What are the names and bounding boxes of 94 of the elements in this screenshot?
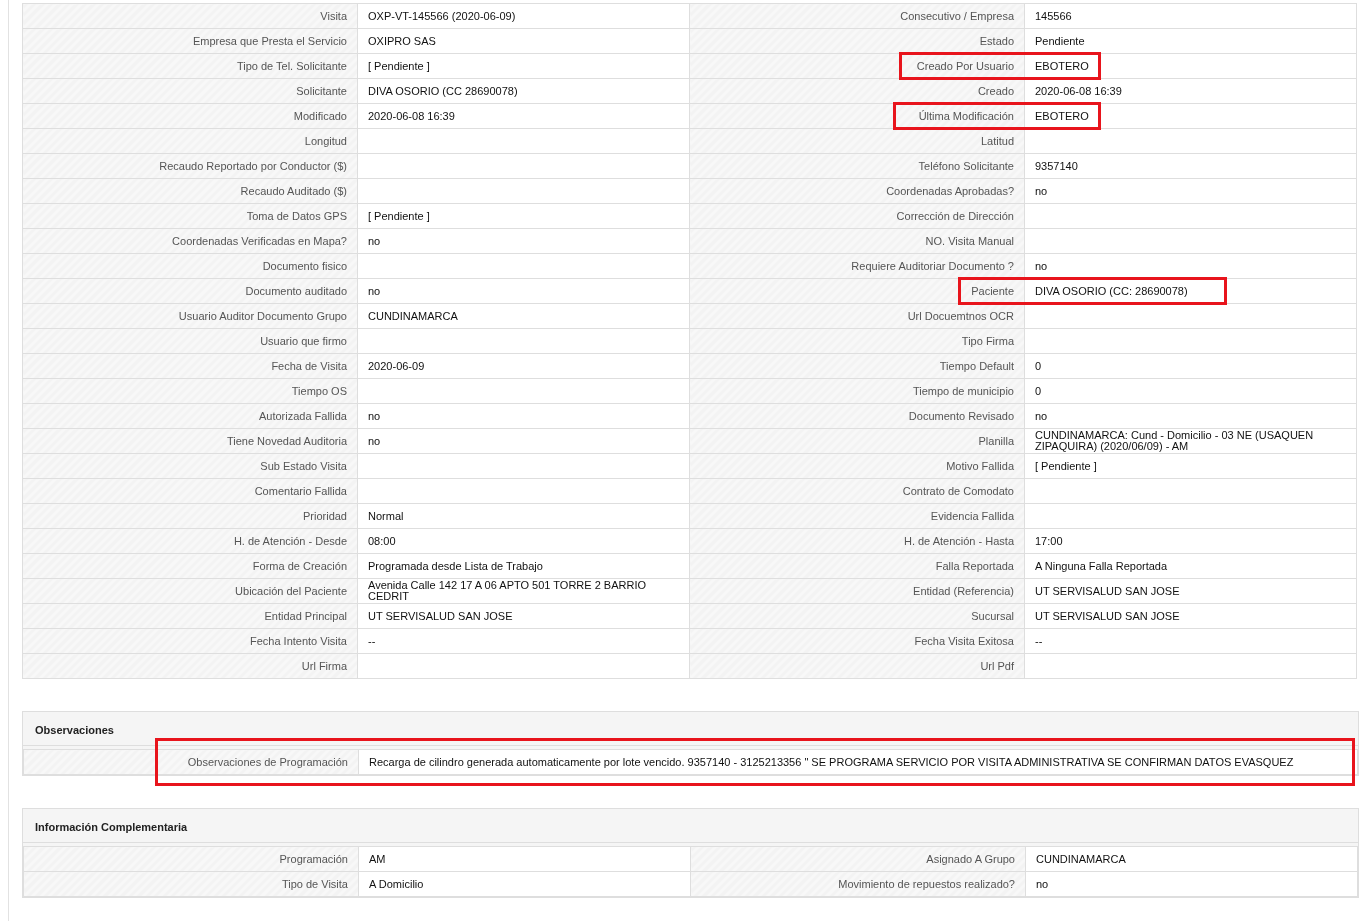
field-value-cell: A Ninguna Falla Reportada [1024, 553, 1357, 579]
field-value-cell: [ Pendiente ] [1024, 453, 1357, 479]
section-title: Información Complementaria [23, 809, 1358, 843]
field-value-cell: CUNDINAMARCA [357, 303, 690, 329]
field-value-cell: UT SERVISALUD SAN JOSE [1024, 603, 1357, 629]
field-label-cell: Tiempo OS [22, 378, 358, 404]
field-value-cell: [ Pendiente ] [357, 53, 690, 79]
field-label-cell: Usuario Auditor Documento Grupo [22, 303, 358, 329]
field-value-cell: 2020-06-08 16:39 [1024, 78, 1357, 104]
field-label-cell: Tiene Novedad Auditoria [22, 428, 358, 454]
field-value-cell: A Domicilio [358, 871, 691, 897]
field-label-cell: Empresa que Presta el Servicio [22, 28, 358, 54]
field-label-cell: Recaudo Auditado ($) [22, 178, 358, 204]
field-label-cell: Fecha de Visita [22, 353, 358, 379]
field-label-cell: Toma de Datos GPS [22, 203, 358, 229]
field-value-cell: Programada desde Lista de Trabajo [357, 553, 690, 579]
field-label-cell: Entidad Principal [22, 603, 358, 629]
field-label-cell: Usuario que firmo [22, 328, 358, 354]
field-value-cell: UT SERVISALUD SAN JOSE [1024, 578, 1357, 604]
field-value-cell: Normal [357, 503, 690, 529]
field-label-cell: Tiempo Default [689, 353, 1025, 379]
field-value-cell: DIVA OSORIO (CC 28690078) [357, 78, 690, 104]
field-value-cell: no [357, 403, 690, 429]
field-label-cell: Documento fisico [22, 253, 358, 279]
field-value-cell: 145566 [1024, 3, 1357, 29]
field-label-cell: Requiere Auditoriar Documento ? [689, 253, 1025, 279]
field-value-cell: 9357140 [1024, 153, 1357, 179]
field-label-cell: Longitud [22, 128, 358, 154]
field-value-cell: 17:00 [1024, 528, 1357, 554]
field-label-cell: Fecha Visita Exitosa [689, 628, 1025, 654]
field-value-cell: Pendiente [1024, 28, 1357, 54]
field-label-cell: Sucursal [689, 603, 1025, 629]
field-value-cell: 0 [1024, 378, 1357, 404]
field-value-cell: -- [1024, 628, 1357, 654]
field-value-cell: CUNDINAMARCA: Cund - Domicilio - 03 NE (USAQUEN ZIPAQUIRA) (2020/06/09) - AM [1024, 428, 1357, 454]
field-label-cell: Prioridad [22, 503, 358, 529]
field-value-cell: 0 [1024, 353, 1357, 379]
field-label-cell: Movimiento de repuestos realizado? [690, 871, 1026, 897]
field-label-cell: Observaciones de Programación [23, 749, 359, 775]
field-label-cell: Tipo de Visita [23, 871, 359, 897]
field-label-cell: Consecutivo / Empresa [689, 3, 1025, 29]
field-label-cell: Corrección de Dirección [689, 203, 1025, 229]
field-label-cell: Teléfono Solicitante [689, 153, 1025, 179]
field-value-cell: no [357, 228, 690, 254]
field-label-cell: Documento Revisado [689, 403, 1025, 429]
field-value-cell: 08:00 [357, 528, 690, 554]
field-label-cell: Fecha Intento Visita [22, 628, 358, 654]
field-label-cell: Tiempo de municipio [689, 378, 1025, 404]
field-label-cell: Url Pdf [689, 653, 1025, 679]
field-label-cell: Visita [22, 3, 358, 29]
field-label-cell: Planilla [689, 428, 1025, 454]
field-label-cell: Ubicación del Paciente [22, 578, 358, 604]
field-value-cell: no [1024, 403, 1357, 429]
field-label-cell: Recaudo Reportado por Conductor ($) [22, 153, 358, 179]
field-label-cell: Comentario Fallida [22, 478, 358, 504]
field-label-cell: Latitud [689, 128, 1025, 154]
field-value-cell: 2020-06-08 16:39 [357, 103, 690, 129]
field-label-cell: Asignado A Grupo [690, 846, 1026, 872]
field-value-cell: no [1024, 178, 1357, 204]
field-value-cell: no [1025, 871, 1358, 897]
field-value-cell: 2020-06-09 [357, 353, 690, 379]
field-label-cell: Motivo Fallida [689, 453, 1025, 479]
field-label-cell: Programación [23, 846, 359, 872]
field-label-cell: Forma de Creación [22, 553, 358, 579]
field-label-cell: Contrato de Comodato [689, 478, 1025, 504]
field-value-cell: AM [358, 846, 691, 872]
field-label-cell: Falla Reportada [689, 553, 1025, 579]
field-label-cell: Url Docuemtnos OCR [689, 303, 1025, 329]
field-label-cell: Tipo de Tel. Solicitante [22, 53, 358, 79]
field-value-cell: -- [357, 628, 690, 654]
field-value-cell: no [357, 428, 690, 454]
field-label-cell: Url Firma [22, 653, 358, 679]
field-label-cell: H. de Atención - Desde [22, 528, 358, 554]
field-value-cell: no [357, 278, 690, 304]
field-label-cell: NO. Visita Manual [689, 228, 1025, 254]
field-label-cell: Coordenadas Aprobadas? [689, 178, 1025, 204]
field-value-cell: Avenida Calle 142 17 A 06 APTO 501 TORRE 2 BARRIO CEDRIT [357, 578, 690, 604]
field-value-cell: [ Pendiente ] [357, 203, 690, 229]
field-label-cell: Autorizada Fallida [22, 403, 358, 429]
field-label-cell: Coordenadas Verificadas en Mapa? [22, 228, 358, 254]
field-label-cell: H. de Atención - Hasta [689, 528, 1025, 554]
field-label-cell: Tipo Firma [689, 328, 1025, 354]
field-label-cell: Evidencia Fallida [689, 503, 1025, 529]
field-label-cell: Entidad (Referencia) [689, 578, 1025, 604]
field-value-cell: CUNDINAMARCA [1025, 846, 1358, 872]
field-label-cell: Modificado [22, 103, 358, 129]
field-label-cell: Sub Estado Visita [22, 453, 358, 479]
field-value-cell: UT SERVISALUD SAN JOSE [357, 603, 690, 629]
field-value-cell: OXIPRO SAS [357, 28, 690, 54]
field-label-cell: Solicitante [22, 78, 358, 104]
section-title: Observaciones [23, 712, 1358, 746]
field-value-cell: Recarga de cilindro generada automaticamente por lote vencido. 9357140 - 3125213356 " SE PROGRAMA SERVICIO POR VISITA ADMINISTRATIVA SE CONFIRMAN DATOS EVASQUEZ [358, 749, 1358, 775]
field-label-cell: Documento auditado [22, 278, 358, 304]
field-value-cell: OXP-VT-145566 (2020-06-09) [357, 3, 690, 29]
